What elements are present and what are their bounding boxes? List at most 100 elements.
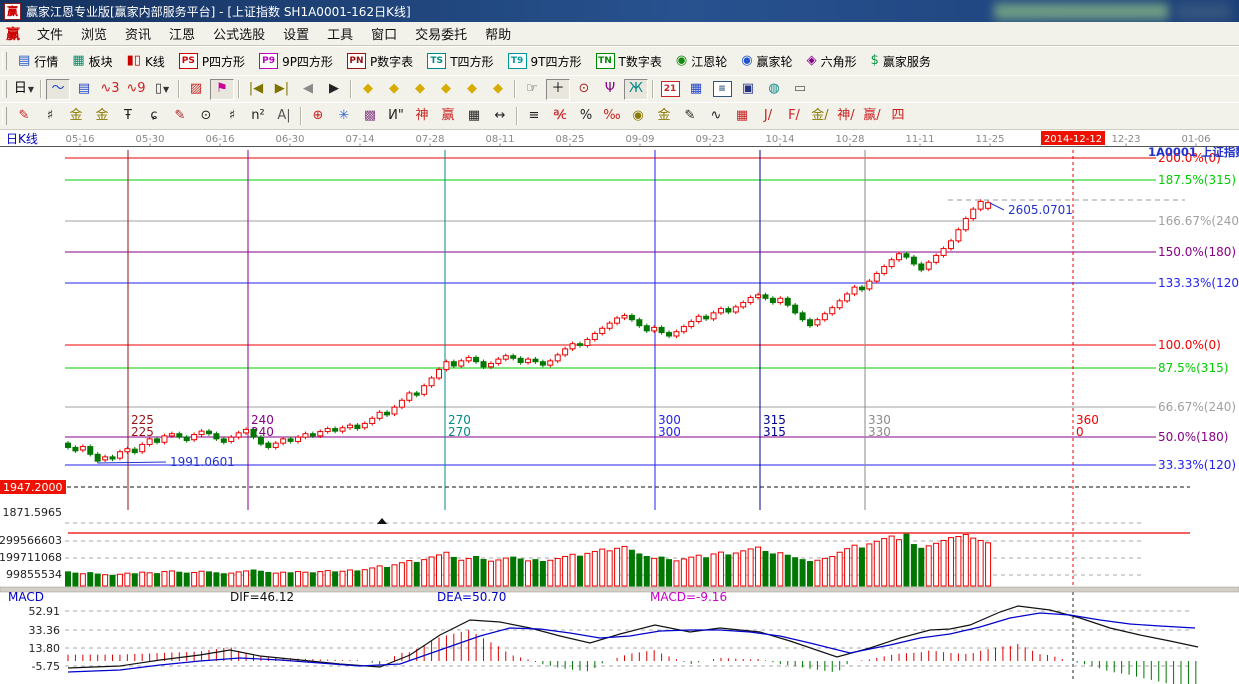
n-square-button[interactable]: n²: [246, 106, 270, 127]
gann-net-button[interactable]: Ж: [624, 79, 648, 100]
scale-tool-button[interactable]: ≡: [522, 106, 546, 127]
pan-left-button[interactable]: ◆: [356, 79, 380, 100]
crosshair-tool-button[interactable]: ＋: [546, 79, 570, 100]
info-list-button[interactable]: ▤: [72, 79, 96, 100]
last-bar-button[interactable]: ▶|: [270, 79, 294, 100]
zoom-tool-button[interactable]: ⊙: [572, 79, 596, 100]
menu-tools[interactable]: 工具: [318, 22, 362, 45]
calculator-button[interactable]: ▦: [684, 79, 708, 100]
hexagon-button[interactable]: ◈六角形: [800, 50, 864, 73]
toolbar-grip[interactable]: [2, 52, 7, 70]
candle-body: [837, 301, 842, 308]
compress-button[interactable]: ◆: [434, 79, 458, 100]
candle-body: [169, 434, 174, 436]
percent-button[interactable]: %: [574, 106, 598, 127]
ying-angle-button[interactable]: 赢/: [860, 106, 884, 127]
candle-style-button[interactable]: ▯▼: [150, 79, 174, 100]
target-tool-button[interactable]: ⊕: [306, 106, 330, 127]
menu-news[interactable]: 资讯: [116, 22, 160, 45]
t-number-table-button-label: T数字表: [619, 53, 662, 70]
sectors-button[interactable]: ▦板块: [65, 50, 119, 73]
gann-knot-button[interactable]: Ψ: [598, 79, 622, 100]
prev-bar-button[interactable]: ◀: [296, 79, 320, 100]
volume-bar: [718, 552, 723, 586]
candle-body: [340, 428, 345, 431]
gold-ratio2-button[interactable]: 金: [90, 106, 114, 127]
gold-lines-button[interactable]: 金: [652, 106, 676, 127]
p9-square-button[interactable]: P99P四方形: [252, 50, 340, 73]
notes-button[interactable]: ≡: [710, 79, 734, 100]
spiral-tool-button[interactable]: ɕ: [142, 106, 166, 127]
expand-h-button[interactable]: ◆: [408, 79, 432, 100]
grid-123-button[interactable]: ▦: [462, 106, 486, 127]
menu-settings[interactable]: 设置: [274, 22, 318, 45]
winner-service-button[interactable]: $赢家服务: [864, 50, 938, 73]
calendar-button[interactable]: 21: [658, 79, 682, 100]
zigzag-tool-button[interactable]: 〜: [46, 79, 70, 100]
box-grid-button[interactable]: ▩: [358, 106, 382, 127]
menu-window[interactable]: 窗口: [362, 22, 406, 45]
toolbar-grip[interactable]: [2, 107, 7, 125]
candle-body: [88, 447, 93, 455]
winner-wheel-button[interactable]: ◉赢家轮: [734, 50, 799, 73]
pattern-window-button[interactable]: ▨: [184, 79, 208, 100]
menu-formula-stock-pick[interactable]: 公式选股: [204, 22, 274, 45]
gold-circle-button[interactable]: ◉: [626, 106, 650, 127]
menu-browse[interactable]: 浏览: [72, 22, 116, 45]
chart-3-button[interactable]: ∿3: [98, 79, 122, 100]
permille-button[interactable]: ‰: [600, 106, 624, 127]
four-angle-button[interactable]: 四: [886, 106, 910, 127]
menu-gann[interactable]: 江恩: [160, 22, 204, 45]
menu-file[interactable]: 文件: [28, 22, 72, 45]
first-bar-button[interactable]: |◀: [244, 79, 268, 100]
volume-bar: [726, 555, 731, 586]
comb2-lines-button[interactable]: ♯: [220, 106, 244, 127]
remote-pc-button[interactable]: ▭: [788, 79, 812, 100]
volume-profile-button[interactable]: ⚑: [210, 79, 234, 100]
chart-9-button[interactable]: ∿9: [124, 79, 148, 100]
pen-angle-button[interactable]: ✎: [678, 106, 702, 127]
brush-tool-button[interactable]: ✎: [12, 106, 36, 127]
width-measure-button[interactable]: ↔: [488, 106, 512, 127]
percent-slash-button[interactable]: ℀: [548, 106, 572, 127]
j-angle-button[interactable]: J/: [756, 106, 780, 127]
k-mark-button[interactable]: И": [384, 106, 408, 127]
menu-trade-order[interactable]: 交易委托: [406, 22, 476, 45]
t-square-button[interactable]: TST四方形: [420, 50, 500, 73]
diamond-compress-icon: ◆: [441, 82, 451, 96]
shen-angle-button[interactable]: 神/: [834, 106, 858, 127]
f-angle-button[interactable]: F/: [782, 106, 806, 127]
comb-lines-button[interactable]: ♯: [38, 106, 62, 127]
candle-body: [318, 432, 323, 436]
gann-wheel-button[interactable]: ◉江恩轮: [669, 50, 734, 73]
hand-tool-button[interactable]: ☞: [520, 79, 544, 100]
ying-tool-button[interactable]: 赢: [436, 106, 460, 127]
mirror-tool-button[interactable]: A|: [272, 106, 296, 127]
save-button[interactable]: ▣: [736, 79, 760, 100]
star-grid-button[interactable]: ✳: [332, 106, 356, 127]
expand-v-button[interactable]: ◆: [460, 79, 484, 100]
volume-bar: [934, 543, 939, 586]
t-number-table-button[interactable]: TNT数字表: [589, 50, 669, 73]
kline-button[interactable]: ▮▯K线: [120, 50, 172, 73]
pan-right-button[interactable]: ◆: [382, 79, 406, 100]
quotes-button[interactable]: ▤行情: [11, 50, 65, 73]
red-grid-button[interactable]: ▦: [730, 106, 754, 127]
wave-tool-button[interactable]: ∿: [704, 106, 728, 127]
t9-square-button[interactable]: T99T四方形: [501, 50, 589, 73]
p-number-table-button[interactable]: PNP数字表: [340, 50, 420, 73]
f-tool-button[interactable]: Ŧ: [116, 106, 140, 127]
p-square-button[interactable]: PSP四方形: [172, 50, 252, 73]
full-view-button[interactable]: ◆: [486, 79, 510, 100]
brush2-tool-button[interactable]: ✎: [168, 106, 192, 127]
menu-help[interactable]: 帮助: [476, 22, 520, 45]
world-clock-button[interactable]: ◍: [762, 79, 786, 100]
period-selector[interactable]: 日▼: [12, 79, 36, 100]
cycle-arrow-button[interactable]: ⊙: [194, 106, 218, 127]
shen-tool-button[interactable]: 神: [410, 106, 434, 127]
gold-angle-button[interactable]: 金/: [808, 106, 832, 127]
toolbar-grip[interactable]: [2, 80, 7, 98]
volume-bar: [867, 544, 872, 586]
next-bar-button[interactable]: ▶: [322, 79, 346, 100]
gold-ratio1-button[interactable]: 金: [64, 106, 88, 127]
